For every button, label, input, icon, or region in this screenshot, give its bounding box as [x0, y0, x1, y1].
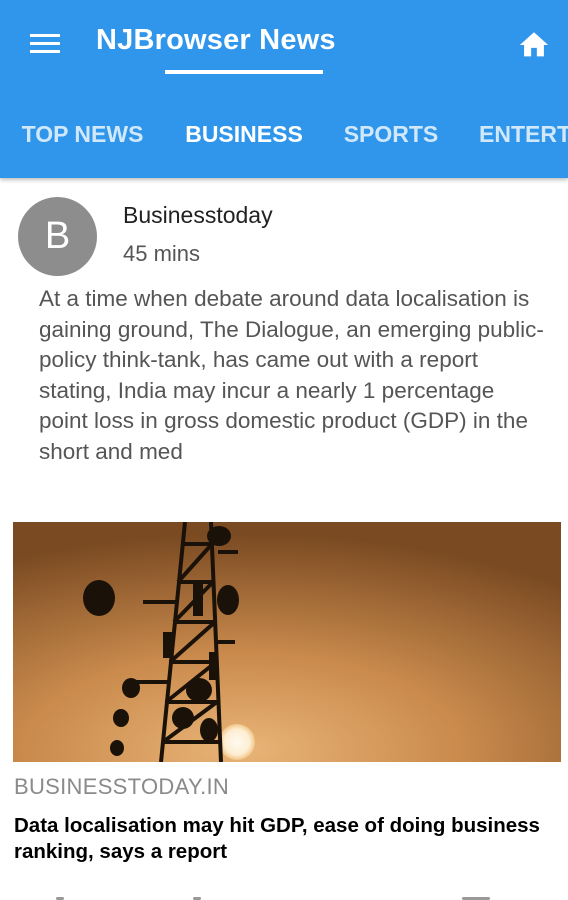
tab-sports[interactable]: SPORTS	[323, 104, 459, 178]
tab-entertainment[interactable]: ENTERT	[459, 104, 568, 178]
article-summary: At a time when debate around data locali…	[39, 286, 544, 464]
app-bar: NJBrowser News TOP NEWS BUSINESS SPORTS …	[0, 0, 568, 178]
tab-business[interactable]: BUSINESS	[165, 104, 323, 178]
news-card[interactable]: B Businesstoday 45 mins At a time when d…	[0, 178, 568, 900]
menu-icon[interactable]	[28, 30, 62, 58]
source-avatar: B	[18, 197, 97, 276]
home-icon[interactable]	[516, 28, 552, 62]
app-title: NJBrowser News	[96, 24, 336, 56]
post-time: 45 mins	[123, 241, 201, 266]
tab-top-news[interactable]: TOP NEWS	[0, 104, 165, 178]
source-domain[interactable]: BUSINESSTODAY.IN	[14, 774, 229, 800]
next-card-edge	[0, 893, 568, 900]
article-headline[interactable]: Data localisation may hit GDP, ease of d…	[14, 813, 559, 865]
source-name: Businesstoday	[123, 202, 273, 228]
article-image[interactable]	[13, 522, 561, 762]
active-tab-indicator	[165, 70, 323, 74]
